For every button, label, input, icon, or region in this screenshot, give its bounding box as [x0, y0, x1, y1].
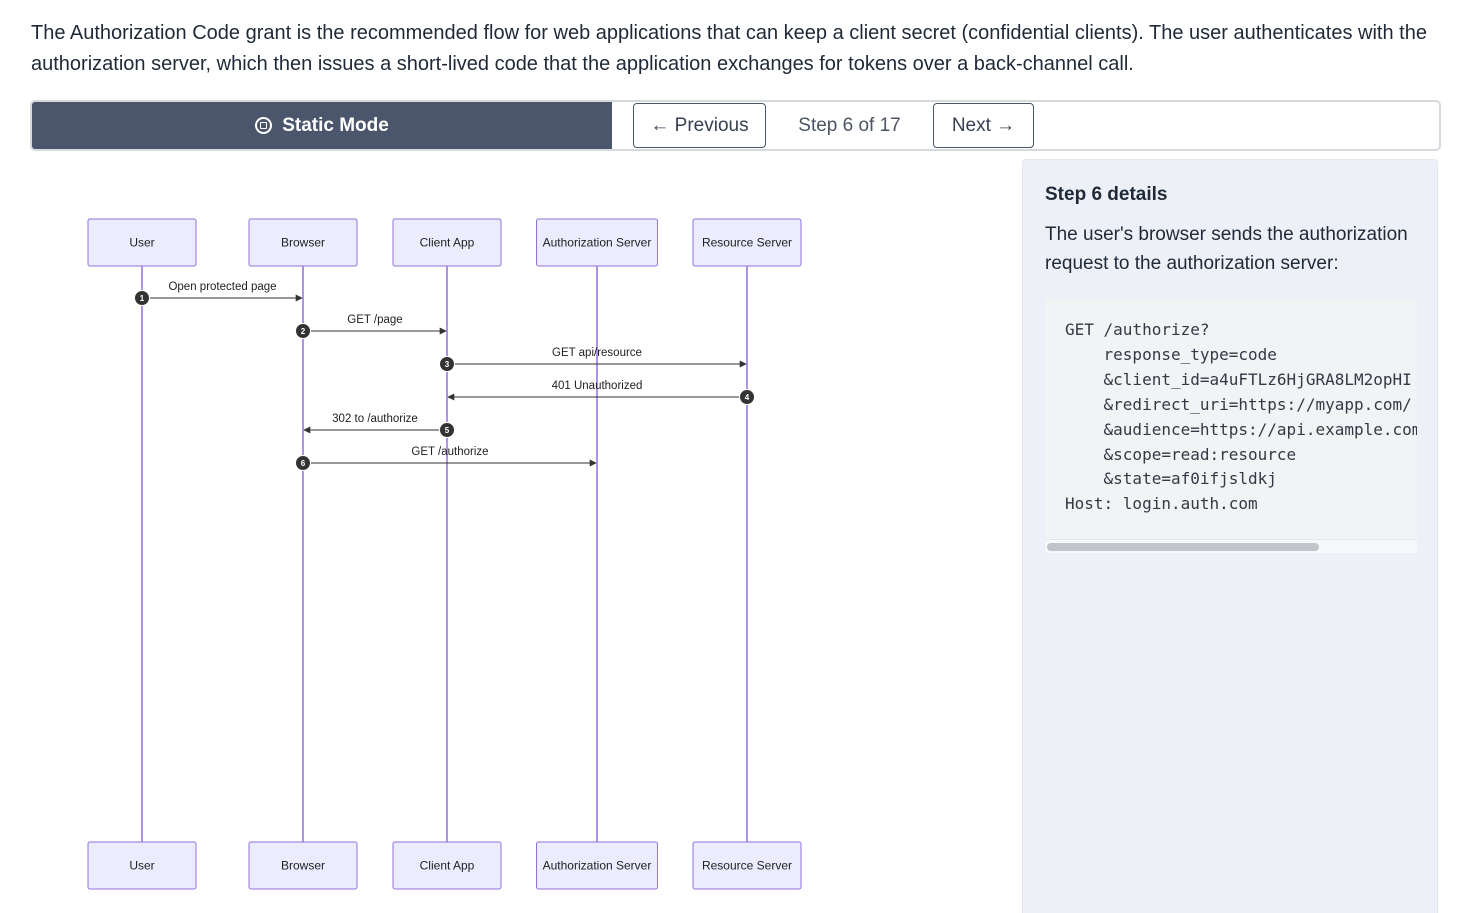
step-number-text: 6 — [301, 459, 306, 468]
participant-label: Authorization Server — [543, 236, 652, 250]
participant-label: Client App — [420, 236, 475, 250]
participant-label: Browser — [281, 859, 325, 873]
details-description: The user's browser sends the authorizati… — [1045, 224, 1408, 274]
step-number-text: 3 — [445, 360, 450, 369]
message-label: Open protected page — [168, 281, 276, 293]
step-toolbar: Static Mode ← Previous Step 6 of 17 Next… — [30, 100, 1441, 151]
intro-text: The Authorization Code grant is the reco… — [31, 22, 1427, 75]
step-number-text: 1 — [140, 294, 145, 303]
participant-label: User — [129, 236, 154, 250]
message-label: GET api/resource — [552, 347, 642, 359]
details-title: Step 6 details — [1045, 184, 1168, 205]
participant-label: Client App — [420, 859, 475, 873]
participant-label: Resource Server — [702, 859, 792, 873]
message-label: 401 Unauthorized — [552, 380, 643, 392]
step-number-text: 2 — [301, 327, 306, 336]
static-mode-button[interactable]: Static Mode — [32, 102, 612, 149]
participant-label: Resource Server — [702, 236, 792, 250]
stop-circle-icon — [255, 117, 273, 134]
previous-button[interactable]: ← Previous — [633, 103, 766, 148]
step-details-panel: Step 6 details The user's browser sends … — [1022, 159, 1438, 913]
code-scrollbar-thumb[interactable] — [1047, 543, 1319, 551]
message-label: GET /page — [347, 314, 402, 326]
message-label: GET /authorize — [411, 446, 488, 458]
participant-label: Browser — [281, 236, 325, 250]
sequence-diagram: User User Browser Browser Client App Client A… — [87, 218, 802, 890]
step-number-text: 4 — [745, 393, 750, 402]
participant-label: Authorization Server — [543, 859, 652, 873]
code-scrollbar[interactable] — [1045, 539, 1417, 553]
static-mode-label: Static Mode — [282, 114, 389, 136]
next-button[interactable]: Next → — [933, 103, 1034, 148]
step-number-text: 5 — [445, 426, 450, 435]
participant-label: User — [129, 859, 154, 873]
code-text: GET /authorize? response_type=code &clie… — [1065, 320, 1417, 514]
message-label: 302 to /authorize — [332, 413, 418, 425]
code-block[interactable]: GET /authorize? response_type=code &clie… — [1045, 298, 1417, 553]
step-indicator: Step 6 of 17 — [798, 114, 901, 136]
